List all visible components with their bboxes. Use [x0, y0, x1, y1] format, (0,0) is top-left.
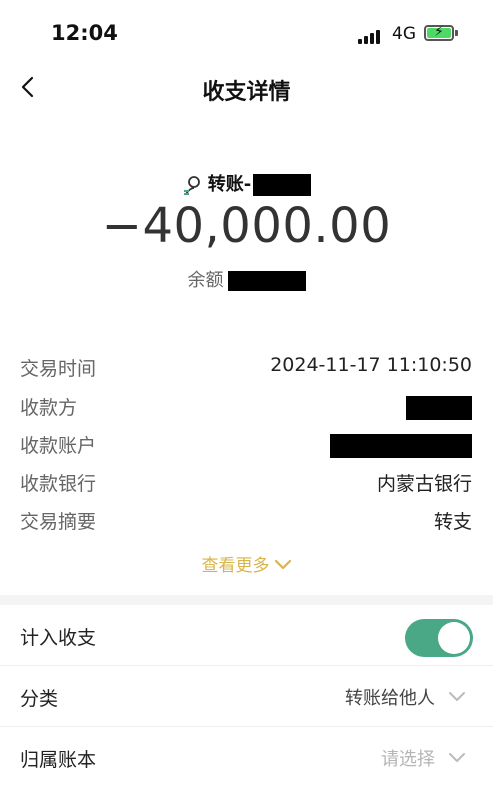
detail-label: 收款账户: [20, 435, 97, 457]
detail-row-time: 交易时间 2024-11-17 11:10:50: [20, 354, 472, 384]
detail-label: 交易摘要: [20, 511, 97, 533]
detail-row-account: 收款账户: [20, 431, 472, 461]
detail-value: 内蒙古银行: [376, 473, 472, 495]
payee-label: 转账-: [207, 174, 252, 195]
balance-line: 余额: [0, 266, 493, 292]
person-search-icon: [182, 174, 204, 196]
detail-row-payee: 收款方: [20, 393, 472, 423]
include-label: 计入收支: [20, 627, 97, 649]
settings-card: 计入收支 分类 转账给他人 归属账本 请选择: [0, 605, 493, 800]
transaction-amount: −40,000.00: [101, 198, 392, 254]
chevron-down-icon: [274, 556, 292, 576]
detail-card: 12:04 4G ⚡ 收支详情 转账- −40,000.00 余额 交易时间 2…: [0, 0, 493, 595]
status-time: 12:04: [51, 21, 118, 45]
battery-icon: ⚡: [424, 24, 454, 41]
detail-value: 2024-11-17 11:10:50: [270, 354, 472, 376]
chevron-down-icon: [447, 747, 467, 767]
battery-tip: [455, 30, 458, 36]
category-value: 转账给他人: [345, 688, 435, 709]
show-more-link[interactable]: 查看更多: [0, 551, 493, 576]
show-more-label: 查看更多: [201, 556, 270, 576]
redacted-payee: [253, 174, 312, 196]
account-book-placeholder: 请选择: [381, 749, 435, 770]
detail-label: 收款方: [20, 397, 78, 419]
detail-label: 收款银行: [20, 473, 97, 495]
status-bar: 12:04 4G ⚡: [0, 0, 493, 62]
include-toggle[interactable]: [405, 619, 473, 657]
detail-row-bank: 收款银行 内蒙古银行: [20, 469, 472, 499]
nav-bar: 收支详情: [0, 62, 493, 116]
detail-value: 转支: [433, 511, 472, 533]
account-book-label: 归属账本: [20, 749, 97, 771]
include-in-stats-row: 计入收支: [0, 605, 493, 666]
page-title: 收支详情: [202, 80, 291, 105]
signal-icon: [358, 28, 384, 44]
detail-row-summary: 交易摘要 转支: [20, 507, 472, 537]
redacted-balance: [227, 271, 306, 291]
redacted-payee-name: [406, 396, 472, 420]
network-type: 4G: [392, 24, 416, 44]
account-book-row[interactable]: 归属账本 请选择: [0, 727, 493, 787]
category-row[interactable]: 分类 转账给他人: [0, 666, 493, 727]
chevron-down-icon: [447, 686, 467, 706]
detail-label: 交易时间: [20, 358, 97, 380]
category-label: 分类: [20, 688, 59, 710]
redacted-account: [330, 434, 472, 458]
balance-label: 余额: [187, 270, 224, 291]
payee-line: 转账-: [0, 170, 493, 196]
